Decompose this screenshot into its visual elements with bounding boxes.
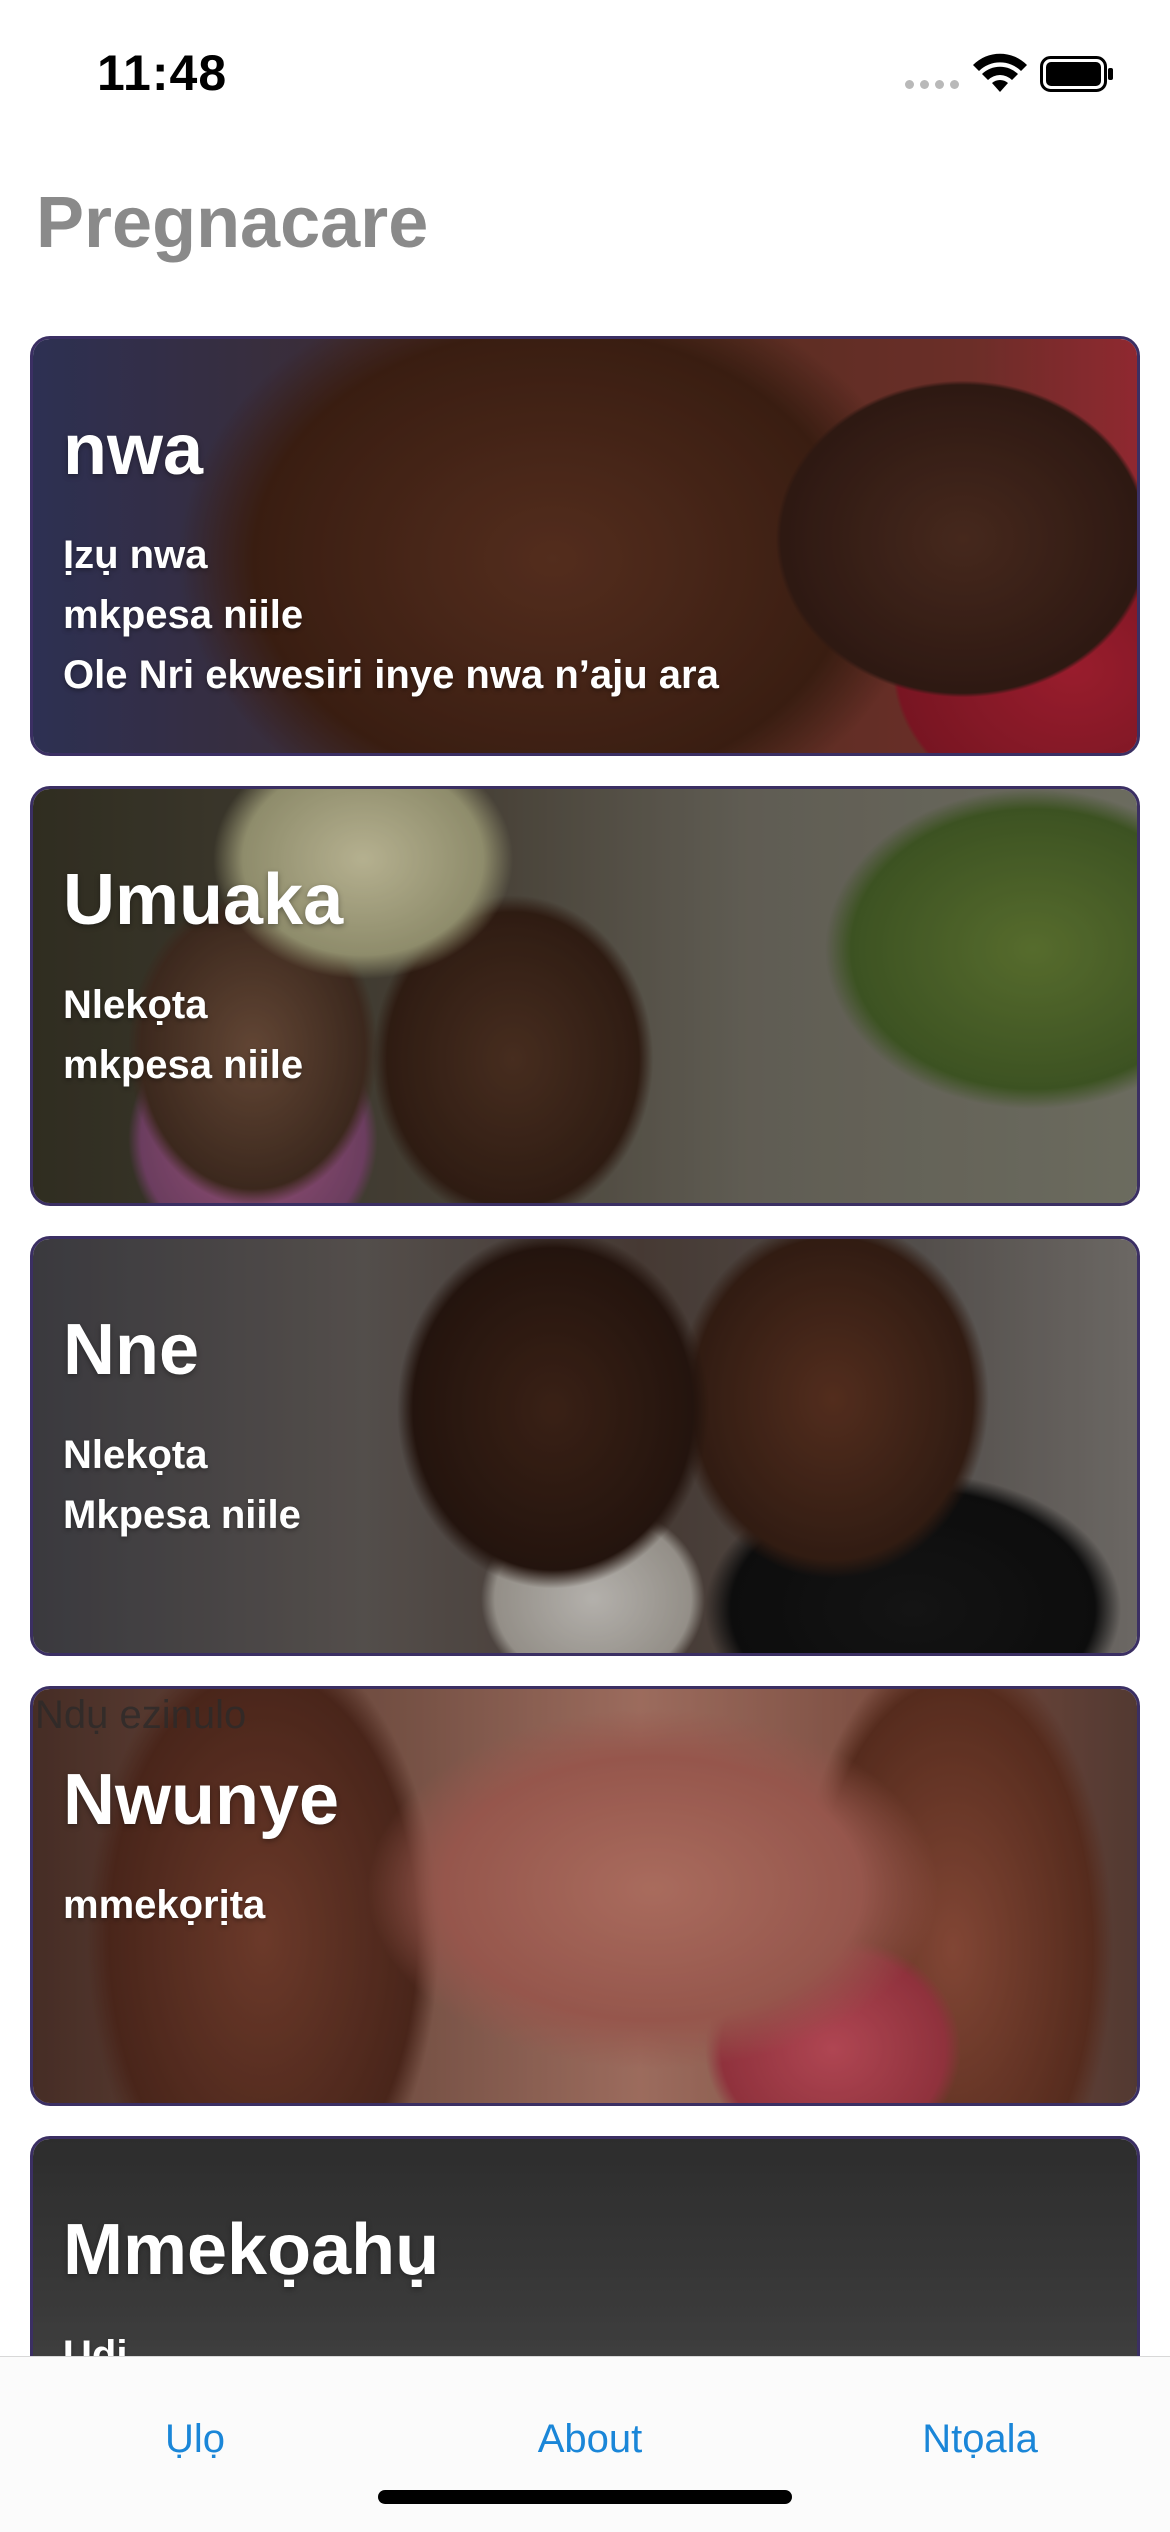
- home-indicator[interactable]: [378, 2490, 792, 2504]
- card-nne[interactable]: Nne Nlekọta Mkpesa niile: [30, 1236, 1140, 1656]
- card-subtitle: Udi: [63, 2333, 128, 2356]
- tab-settings[interactable]: Ntọala: [830, 2417, 1130, 2462]
- card-subtitle: Mkpesa niile: [63, 1493, 301, 1537]
- card-subtitle-list: Ịzụ nwa mkpesa niile Ole Nri ekwesiri in…: [63, 525, 719, 705]
- card-subtitle: Nlekọta: [63, 1433, 208, 1477]
- card-subtitle: Ole Nri ekwesiri inye nwa n’aju ara: [63, 653, 719, 697]
- card-nwa[interactable]: nwa Ịzụ nwa mkpesa niile Ole Nri ekwesir…: [30, 336, 1140, 756]
- card-subtitle: mkpesa niile: [63, 593, 304, 637]
- card-subtitle: Ịzụ nwa: [63, 533, 208, 577]
- tab-home[interactable]: Ụlọ: [45, 2417, 345, 2462]
- app-screen: 11:48 Pregnacare nwa Ịzụ nwa mkpesa niil…: [0, 0, 1170, 2532]
- tab-bar: Ụlọ About Ntọala: [0, 2356, 1170, 2532]
- card-title: nwa: [63, 410, 204, 490]
- card-mmekoahu[interactable]: Mmekọahụ Udi: [30, 2136, 1140, 2356]
- card-title: Nwunye: [63, 1760, 340, 1840]
- card-title: Mmekọahụ: [63, 2210, 440, 2290]
- card-subtitle-list: Nlekọta Mkpesa niile: [63, 1425, 301, 1545]
- card-subtitle: mkpesa niile: [63, 1043, 304, 1087]
- card-subtitle: mmekọrịta: [63, 1883, 266, 1927]
- card-subtitle-list: Udi: [63, 2325, 127, 2356]
- card-title: Umuaka: [63, 860, 344, 940]
- card-subtitle-list: Nlekọta mkpesa niile: [63, 975, 303, 1095]
- card-title: Nne: [63, 1310, 200, 1390]
- card-subtitle-list: mmekọrịta: [63, 1875, 265, 1935]
- card-list: nwa Ịzụ nwa mkpesa niile Ole Nri ekwesir…: [0, 0, 1170, 2356]
- tab-about[interactable]: About: [440, 2417, 740, 2462]
- card-overlay-label: Ndụ ezinulo: [35, 1693, 247, 1737]
- card-subtitle: Nlekọta: [63, 983, 208, 1027]
- card-umuaka[interactable]: Umuaka Nlekọta mkpesa niile: [30, 786, 1140, 1206]
- card-nwunye[interactable]: Ndụ ezinulo Nwunye mmekọrịta: [30, 1686, 1140, 2106]
